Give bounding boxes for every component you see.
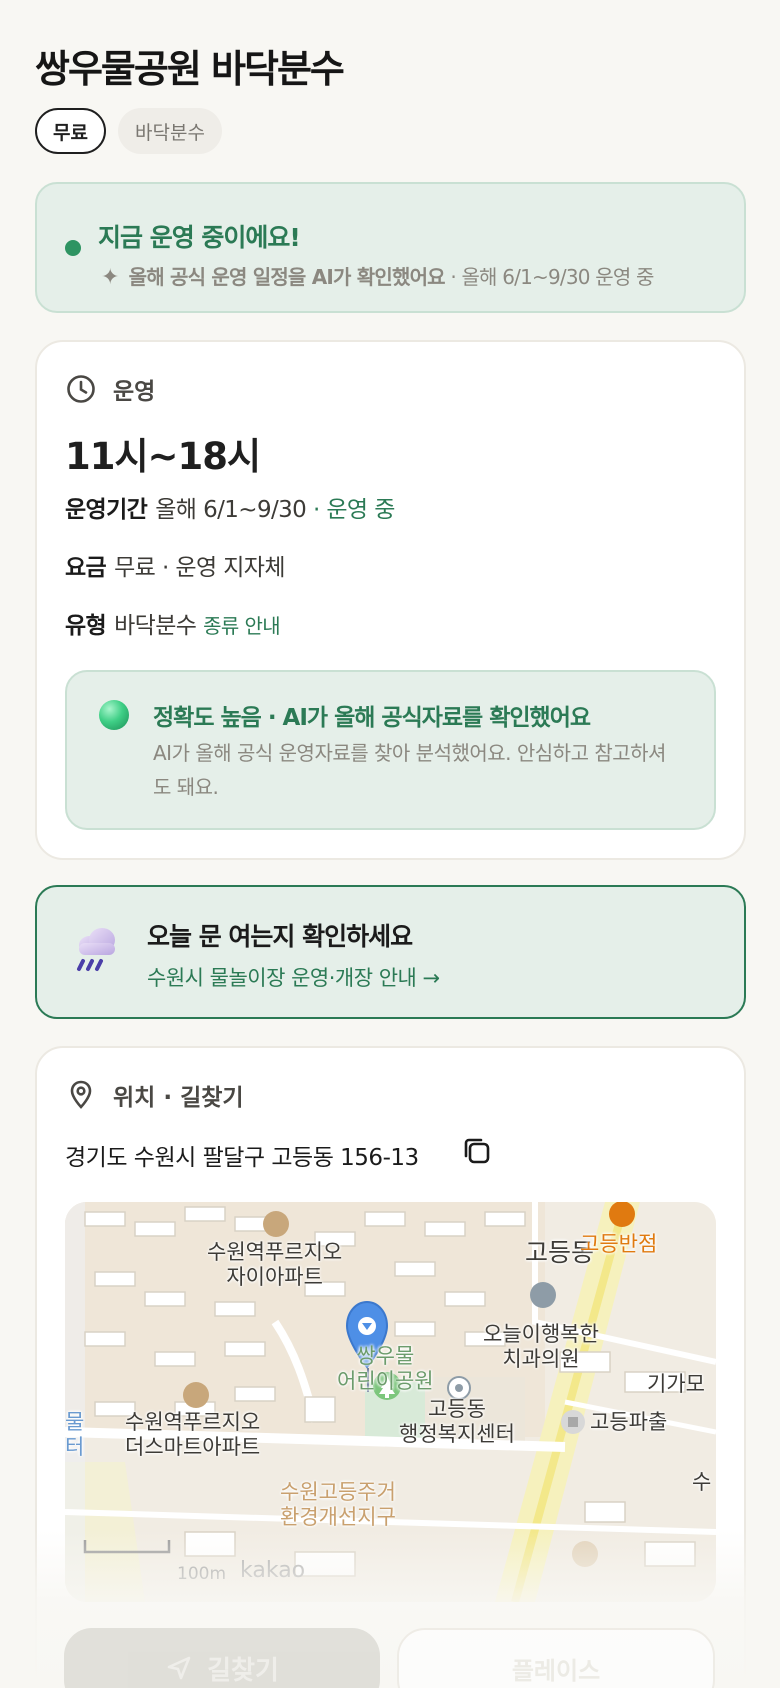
map-label-apt2: 수원역푸르지오 더스마트아파트 <box>125 1410 261 1459</box>
accuracy-description: AI가 올해 공식 운영자료를 찾아 분석했어요. 안심하고 참고하셔도 돼요. <box>153 741 666 799</box>
accuracy-box: 정확도 높음 · AI가 올해 공식자료를 확인했어요 AI가 올해 공식 운영… <box>65 670 716 830</box>
sparkle-icon: ✦ <box>101 265 119 290</box>
notice-link[interactable]: 수원시 물놀이장 운영·개장 안내 → <box>147 962 440 992</box>
directions-button[interactable]: 길찾기 <box>64 1628 380 1688</box>
period-key: 운영기간 <box>65 497 148 523</box>
operating-hours: 11시~18시 <box>65 435 261 478</box>
map-label-center: 고등동 행정복지센터 <box>399 1397 515 1446</box>
type-chip[interactable]: 바닥분수 <box>118 108 222 154</box>
send-arrow-icon <box>167 1656 191 1680</box>
free-chip[interactable]: 무료 <box>35 108 106 154</box>
type-guide-link[interactable]: 종류 안내 <box>203 614 281 638</box>
map-label-su: 수 <box>692 1470 712 1494</box>
fee-row: 요금 무료 · 운영 지자체 <box>65 548 285 582</box>
map-label-apt1: 수원역푸르지오 자이아파트 <box>207 1240 343 1289</box>
address-text: 경기도 수원시 팔달구 고등동 156-13 <box>65 1145 419 1171</box>
page-title: 쌍우물공원 바닥분수 <box>35 47 345 91</box>
map-label-cut-left-2: 터 <box>65 1435 85 1459</box>
type-value: 바닥분수 <box>114 613 197 639</box>
period-status: · 운영 중 <box>312 497 395 523</box>
status-dot <box>65 240 81 256</box>
directions-label: 길찾기 <box>207 1655 279 1686</box>
operation-header: 운영 <box>65 372 155 406</box>
open-check-notice[interactable]: 오늘 문 여는지 확인하세요 수원시 물놀이장 운영·개장 안내 → <box>35 885 746 1019</box>
operation-card: 운영 11시~18시 운영기간 올해 6/1~9/30 · 운영 중 요금 무료 ·… <box>35 340 746 860</box>
period-row: 운영기간 올해 6/1~9/30 · 운영 중 <box>65 490 395 524</box>
ai-check-note: 올해 공식 운영 일정을 AI가 확인했어요 <box>128 265 446 289</box>
fee-key: 요금 <box>65 555 107 581</box>
copy-icon[interactable] <box>462 1136 492 1166</box>
rain-cloud-icon <box>77 928 115 971</box>
map-label-restaurant: 고등반점 <box>580 1232 658 1256</box>
status-title: 지금 운영 중이에요! <box>98 223 301 252</box>
map-label-giga: 기가모 <box>647 1372 705 1396</box>
map-label-dental: 오늘이행복한 치과의원 <box>483 1322 599 1371</box>
status-subtext: ✦ 올해 공식 운영 일정을 AI가 확인했어요 · 올해 6/1~9/30 운영… <box>101 261 654 290</box>
type-key: 유형 <box>65 613 107 639</box>
location-pin-icon <box>70 1080 92 1109</box>
place-label: 플레이스 <box>511 1656 601 1685</box>
accuracy-title: 정확도 높음 · AI가 올해 공식자료를 확인했어요 <box>153 705 591 731</box>
status-card: 지금 운영 중이에요! ✦ 올해 공식 운영 일정을 AI가 확인했어요 · 올해… <box>35 182 746 313</box>
type-row: 유형 바닥분수 종류 안내 <box>65 606 281 640</box>
fee-value: 무료 · 운영 지자체 <box>114 555 285 581</box>
period-value: 올해 6/1~9/30 <box>155 497 307 523</box>
place-button[interactable]: 플레이스 <box>397 1628 715 1688</box>
map-label-cut-left-1: 물 <box>65 1410 85 1434</box>
location-header: 위치 · 길찾기 <box>65 1078 244 1112</box>
map-label-police: 고등파출 <box>590 1410 668 1434</box>
period-note: · 올해 6/1~9/30 운영 중 <box>450 265 654 289</box>
map-label-park: 쌍우물 어린이공원 <box>337 1344 434 1393</box>
notice-title: 오늘 문 여는지 확인하세요 <box>147 922 413 951</box>
operation-label: 운영 <box>113 379 156 405</box>
clock-icon <box>67 375 95 403</box>
accuracy-orb-icon <box>99 700 129 730</box>
location-label: 위치 · 길찾기 <box>113 1085 244 1111</box>
map-label-district: 수원고등주거 환경개선지구 <box>280 1480 396 1529</box>
